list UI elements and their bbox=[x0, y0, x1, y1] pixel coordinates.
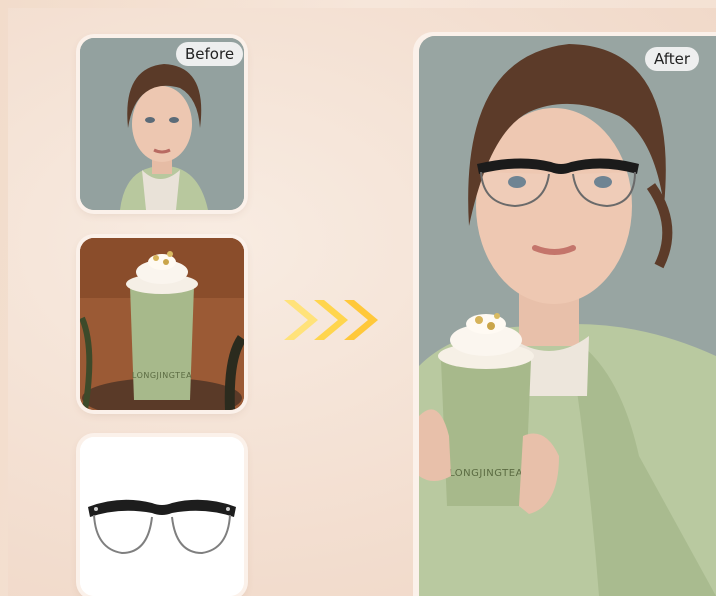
before-glasses-thumbnail[interactable] bbox=[80, 437, 244, 596]
after-result-image[interactable]: LONGJINGTEA bbox=[419, 36, 716, 596]
glasses-image bbox=[80, 437, 244, 596]
cup-brand-text: LONGJINGTEA bbox=[132, 371, 192, 380]
before-label: Before bbox=[176, 42, 244, 66]
cup-brand-text-after: LONGJINGTEA bbox=[449, 468, 523, 479]
triple-chevron-right-icon bbox=[278, 296, 386, 344]
after-label: After bbox=[645, 47, 700, 71]
result-composite-image: LONGJINGTEA bbox=[419, 36, 716, 596]
before-cup-thumbnail[interactable]: LONGJINGTEA bbox=[80, 238, 244, 410]
cup-image: LONGJINGTEA bbox=[80, 238, 244, 410]
